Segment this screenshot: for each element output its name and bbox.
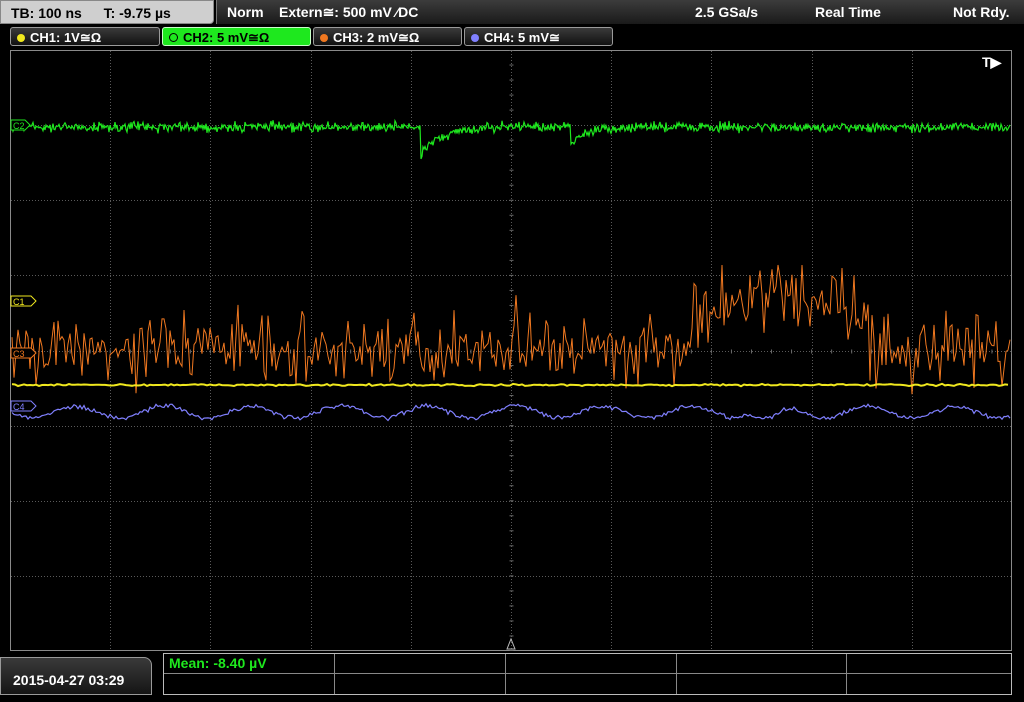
trigger-mode: Norm [227,4,264,20]
ch2-label: CH2: 5 mV≅Ω [183,30,270,45]
trigger-position-marker[interactable]: T▶ [982,54,1003,70]
measurement-slot-10[interactable] [847,674,1011,694]
ch4-marker-label: C4 [13,402,25,412]
tab-ch4[interactable]: CH4: 5 mV≅ [464,27,613,46]
measurement-slot-2[interactable] [335,654,506,674]
measurement-slot-9[interactable] [677,674,847,694]
sample-rate: 2.5 GSa/s [695,4,759,20]
ch2-marker-label: C2 [13,121,25,131]
trigger-source: Extern≅: 500 mV ⁄DC [279,4,419,20]
measurement-slot-3[interactable] [506,654,677,674]
graticule: C2 C1 C3 C4 T▶ [10,50,1012,651]
ch3-label: CH3: 2 mV≅Ω [333,30,420,45]
ch4-label: CH4: 5 mV≅ [484,30,560,45]
ch1-marker-label: C1 [13,297,25,307]
acquisition-mode: Real Time [815,4,881,20]
ch3-dot-icon [320,34,328,42]
ch1-dot-icon [17,34,25,42]
tab-ch1[interactable]: CH1: 1V≅Ω [10,27,160,46]
measurement-slot-7[interactable] [335,674,506,694]
measurement-mean[interactable]: Mean: -8.40 µV [164,654,335,674]
measurement-slot-8[interactable] [506,674,677,694]
trigger-time-value: T: -9.75 µs [103,5,171,21]
timebase-panel[interactable]: TB: 100 ns T: -9.75 µs [0,0,214,24]
trigger-panel[interactable]: Norm Extern≅: 500 mV ⁄DC 2.5 GSa/s Real … [216,0,1024,24]
ch2-dot-icon [169,33,178,42]
ch4-dot-icon [471,34,479,42]
channel-bar: CH1: 1V≅Ω CH2: 5 mV≅Ω CH3: 2 mV≅Ω CH4: 5… [0,25,1024,48]
datetime-display: 2015-04-27 03:29 [0,657,152,695]
acquisition-status: Not Rdy. [953,4,1010,20]
timebase-value: TB: 100 ns [11,5,82,21]
tab-ch3[interactable]: CH3: 2 mV≅Ω [313,27,462,46]
measurement-slot-4[interactable] [677,654,847,674]
ch1-level-marker[interactable]: C1 [10,295,37,307]
bottom-bar: 2015-04-27 03:29 Mean: -8.40 µV [0,653,1024,695]
measurement-slot-5[interactable] [847,654,1011,674]
ch1-label: CH1: 1V≅Ω [30,30,102,45]
tab-ch2[interactable]: CH2: 5 mV≅Ω [162,27,311,46]
waveform-display[interactable]: C2 C1 C3 C4 T▶ [10,50,1012,651]
measurement-table[interactable]: Mean: -8.40 µV [163,653,1012,695]
ch3-marker-label: C3 [13,349,25,359]
ch3-level-marker[interactable]: C3 [10,347,37,359]
status-bar: TB: 100 ns T: -9.75 µs Norm Extern≅: 500… [0,0,1024,24]
measurement-slot-6[interactable] [164,674,335,694]
ch4-level-marker[interactable]: C4 [10,400,37,412]
